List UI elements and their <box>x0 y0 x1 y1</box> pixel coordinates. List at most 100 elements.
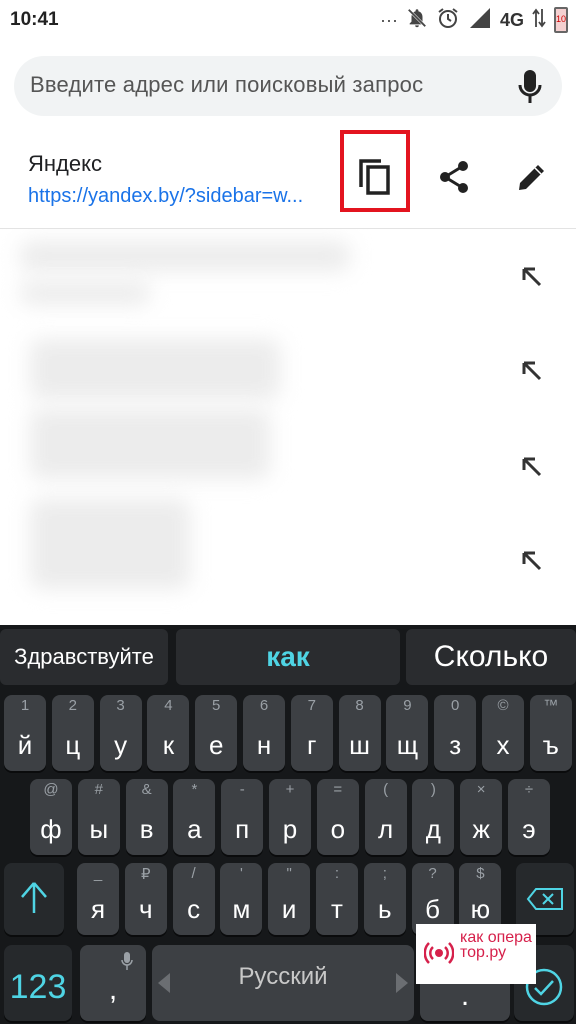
comma-key[interactable]: , <box>80 945 146 1021</box>
edit-button[interactable] <box>508 155 556 203</box>
key-й[interactable]: 1й <box>4 695 46 771</box>
key-hint: ? <box>428 865 437 882</box>
key-hint: + <box>285 781 295 798</box>
key-hint: " <box>286 865 292 882</box>
key-к[interactable]: 4к <box>147 695 190 771</box>
key-label: х <box>496 730 510 760</box>
space-key[interactable]: Русский <box>152 945 414 1021</box>
key-label: щ <box>396 730 419 760</box>
key-label: и <box>281 894 297 924</box>
key-label: к <box>162 730 175 760</box>
data-arrows-icon <box>532 7 546 34</box>
shift-icon <box>20 881 48 920</box>
blurred-content <box>30 409 270 479</box>
key-л[interactable]: (л <box>364 779 407 855</box>
key-hint: 8 <box>355 697 364 714</box>
key-hint: 2 <box>68 697 77 714</box>
key-hint: 4 <box>164 697 173 714</box>
key-hint: © <box>497 697 509 714</box>
key-я[interactable]: _ я <box>77 863 119 935</box>
battery-icon: 10 <box>554 7 568 33</box>
key-р[interactable]: + р <box>269 779 311 855</box>
key-у[interactable]: 3у <box>99 695 142 771</box>
key-з[interactable]: 0з <box>434 695 477 771</box>
key-label: о <box>330 814 346 844</box>
suggestion-title: Яндекс <box>28 151 102 176</box>
key-э[interactable]: ÷ э <box>508 779 550 855</box>
blurred-content <box>20 241 350 271</box>
key-label: а <box>187 814 202 844</box>
key-hint: = <box>333 781 343 798</box>
network-type: 4G <box>499 9 524 30</box>
key-г[interactable]: 7г <box>290 695 333 771</box>
key-д[interactable]: ) д <box>412 779 455 855</box>
key-hint: * <box>191 781 198 798</box>
key-щ[interactable]: 9щ <box>386 695 429 771</box>
keyboard-suggestion-bar: Здравствуйте как Сколько <box>0 625 576 687</box>
key-label: ж <box>472 814 490 844</box>
arrow-up-left-icon[interactable] <box>516 355 546 385</box>
key-о[interactable]: = о <box>316 779 359 855</box>
key-х[interactable]: © х <box>482 695 524 771</box>
watermark-text: как опера тор.ру <box>460 929 532 961</box>
shift-key[interactable] <box>4 863 64 935</box>
key-и[interactable]: " и <box>268 863 311 935</box>
key-label: в <box>139 814 154 844</box>
blurred-content <box>20 281 150 305</box>
key-а[interactable]: * а <box>173 779 216 855</box>
key-ь[interactable]: ; ь <box>363 863 406 935</box>
key-label: ц <box>65 730 81 760</box>
history-list <box>0 229 576 625</box>
numbers-key[interactable]: 123 <box>4 945 72 1021</box>
key-м[interactable]: ' м <box>220 863 263 935</box>
share-button[interactable] <box>430 155 478 203</box>
address-input[interactable]: Введите адрес или поисковый запрос <box>30 72 423 98</box>
key-hint: ( <box>383 781 389 798</box>
key-label: э <box>522 814 536 844</box>
key-label: р <box>282 814 298 844</box>
key-е[interactable]: 5е <box>195 695 238 771</box>
key-label: ч <box>139 894 153 924</box>
key-ф[interactable]: @ ф <box>30 779 72 855</box>
blurred-content <box>30 499 190 589</box>
key-в[interactable]: & в <box>125 779 168 855</box>
signal-icon <box>468 7 492 34</box>
arrow-up-left-icon[interactable] <box>516 261 546 291</box>
key-label: н <box>256 730 272 760</box>
watermark-logo: как опера тор.ру <box>416 924 536 984</box>
arrow-up-left-icon[interactable] <box>516 545 546 575</box>
suggestion-row[interactable]: Яндекс https://yandex.by/?sidebar=w... <box>0 124 576 229</box>
key-ч[interactable]: ₽ ч <box>124 863 167 935</box>
key-hint: ₽ <box>141 866 151 883</box>
key-hint: 6 <box>259 697 269 714</box>
battery-level: 10 <box>556 9 566 31</box>
key-label: е <box>208 730 224 760</box>
broadcast-icon <box>423 938 455 973</box>
key-label: у <box>114 730 128 760</box>
mic-icon[interactable] <box>516 68 544 106</box>
key-hint: ; <box>382 865 387 882</box>
key-ы[interactable]: # ы <box>77 779 120 855</box>
mute-icon <box>406 7 428 34</box>
key-label: з <box>449 730 462 760</box>
key-label: ы <box>89 814 109 844</box>
key-ц[interactable]: 2ц <box>51 695 94 771</box>
key-ш[interactable]: 8ш <box>338 695 381 771</box>
key-п[interactable]: -п <box>221 779 264 855</box>
key-н[interactable]: 6н <box>243 695 285 771</box>
key-label: ф <box>40 814 62 844</box>
suggestion-word[interactable]: Здравствуйте <box>0 629 168 685</box>
key-hint: $ <box>476 865 485 882</box>
arrow-up-left-icon[interactable] <box>516 451 546 481</box>
key-ж[interactable]: × ж <box>460 779 503 855</box>
copy-highlight-frame <box>340 130 410 212</box>
address-bar[interactable]: Введите адрес или поисковый запрос <box>14 56 562 116</box>
key-hint: 9 <box>403 697 412 714</box>
key-с[interactable]: / с <box>172 863 215 935</box>
key-ъ[interactable]: ™ ъ <box>529 695 572 771</box>
key-т[interactable]: :т <box>316 863 358 935</box>
status-bar: 10:41 ··· 4G 10 <box>0 0 576 40</box>
suggestion-word[interactable]: как <box>176 629 400 685</box>
suggestion-word[interactable]: Сколько <box>406 629 576 685</box>
key-hint: 1 <box>20 697 30 714</box>
